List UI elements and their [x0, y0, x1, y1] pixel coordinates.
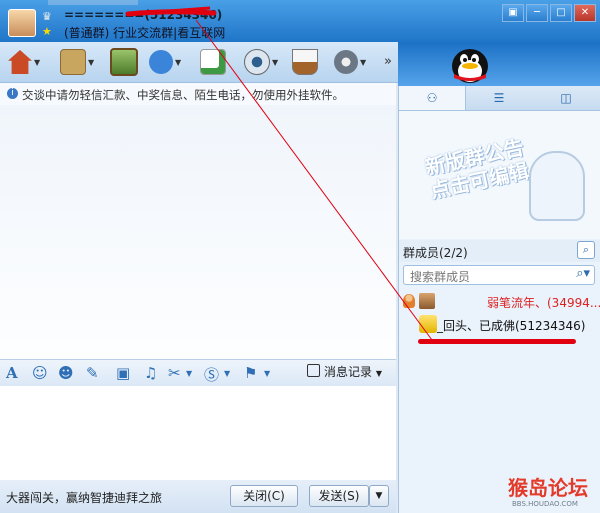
members-title: 群成员(2/2): [403, 246, 468, 260]
bottom-bar: 大器闯关，赢纳智捷迪拜之旅 关闭(C) 发送(S) ▼: [0, 480, 396, 513]
message-area[interactable]: [0, 105, 396, 359]
folder-icon: [60, 49, 86, 75]
send-options-button[interactable]: ▼: [369, 485, 389, 507]
home-button[interactable]: ▼: [8, 48, 40, 76]
chevron-down-icon[interactable]: ▼: [360, 58, 366, 67]
chevron-down-icon[interactable]: ▼: [264, 369, 270, 378]
members-header: 群成员(2/2) ⌕: [399, 240, 600, 262]
chevron-down-icon[interactable]: ▼: [224, 369, 230, 378]
cartoon-figure: [529, 151, 585, 221]
qq-group-chat-window: ♛ ★ ========(51234346) (普通群) 行业交流群|看互联网 …: [0, 0, 600, 513]
chevron-down-icon[interactable]: ▼: [34, 58, 40, 67]
send-button[interactable]: 发送(S): [309, 485, 369, 507]
video-button[interactable]: ▼: [244, 48, 278, 76]
scissors-icon[interactable]: ✂: [168, 364, 181, 382]
emoji-icon[interactable]: ☺: [32, 364, 48, 382]
app-icon: [200, 49, 226, 75]
home-icon: [8, 50, 32, 74]
more-tools-button[interactable]: »: [384, 54, 392, 69]
voice-button[interactable]: ▼: [149, 48, 181, 76]
watermark-url: BBS.HOUDAO.COM: [512, 500, 578, 508]
member-name: _回头、已成佛(51234346): [437, 319, 586, 333]
chevron-down-icon: ▼: [375, 369, 382, 378]
security-notice: i 交谈中请勿轻信汇款、中奖信息、陌生电话，勿使用外挂软件。: [0, 83, 396, 106]
folder-button[interactable]: ▼: [60, 48, 94, 76]
qq-banner: [398, 42, 600, 86]
notice-text: 交谈中请勿轻信汇款、中奖信息、陌生电话，勿使用外挂软件。: [22, 88, 344, 102]
right-panel: ⚇ ☰ ◫ 新版群公告 点击可编辑 群成员(2/2) ⌕ 搜索群成员 ⌕▾ 弱笔…: [398, 86, 600, 513]
info-icon: i: [7, 88, 18, 99]
music-icon[interactable]: ♫: [144, 364, 157, 382]
video-icon: [244, 49, 270, 75]
tab-members[interactable]: ⚇: [399, 86, 466, 110]
list-item[interactable]: 弱笔流年、(34994...: [401, 291, 600, 313]
title-bar: ♛ ★ ========(51234346) (普通群) 行业交流群|看互联网 …: [0, 0, 600, 42]
list-item[interactable]: _回头、已成佛(51234346): [401, 314, 599, 336]
history-label: 消息记录: [324, 365, 373, 379]
history-icon: [307, 364, 320, 377]
close-window-button[interactable]: ✕: [574, 4, 596, 22]
group-announcement[interactable]: 新版群公告 点击可编辑: [399, 111, 600, 239]
group-name: ========(51234346): [64, 8, 223, 22]
red-underline-member: [418, 339, 576, 344]
chevron-down-icon[interactable]: ▼: [88, 58, 94, 67]
star-icon: ★: [42, 25, 52, 38]
penguin-logo: [452, 49, 488, 83]
maximize-button[interactable]: □: [550, 4, 572, 22]
message-history-button[interactable]: 消息记录 ▼: [307, 363, 382, 380]
search-icon[interactable]: ⌕: [577, 241, 595, 259]
image-icon[interactable]: ▣: [116, 364, 130, 382]
tab-window[interactable]: ◫: [533, 86, 599, 110]
album-icon: [110, 48, 138, 76]
chevron-down-icon[interactable]: ▼: [186, 369, 192, 378]
font-icon[interactable]: A: [6, 364, 18, 382]
s-icon[interactable]: Ⓢ: [204, 364, 219, 385]
member-search-placeholder: 搜索群成员: [410, 270, 471, 284]
coffee-icon: [292, 49, 318, 75]
ad-link[interactable]: 大器闯关，赢纳智捷迪拜之旅: [6, 489, 162, 506]
gear-icon: [334, 50, 358, 74]
blurred-top-text: [48, 0, 138, 5]
group-type: (普通群) 行业交流群|看互联网: [64, 26, 226, 40]
face-icon[interactable]: ☻: [58, 364, 74, 382]
member-search-input[interactable]: 搜索群成员 ⌕▾: [403, 265, 595, 285]
skin-button[interactable]: ▣: [502, 4, 524, 22]
minimize-button[interactable]: ─: [526, 4, 548, 22]
watermark-logo: 猴岛论坛: [508, 476, 588, 500]
search-icon[interactable]: ⌕▾: [576, 266, 590, 281]
member-avatar: [419, 293, 435, 309]
window-controls: ▣ ─ □ ✕: [502, 4, 596, 22]
close-button[interactable]: 关闭(C): [230, 485, 298, 507]
screen-icon[interactable]: ⚑: [244, 364, 257, 382]
crown-icon: ♛: [42, 10, 52, 23]
right-tabs: ⚇ ☰ ◫: [399, 86, 600, 111]
announcement-text: 新版群公告 点击可编辑: [423, 135, 531, 203]
input-toolbar: A ☺ ☻ ✎ ▣ ♫ ✂ ▼ Ⓢ ▼ ⚑ ▼ 消息记录 ▼: [0, 359, 396, 387]
chevron-down-icon[interactable]: ▼: [272, 58, 278, 67]
group-avatar[interactable]: [8, 9, 36, 37]
coffee-button[interactable]: [292, 48, 318, 76]
chevron-down-icon[interactable]: ▼: [175, 58, 181, 67]
chat-toolbar: ▼ ▼ ▼ ▼ ▼ »: [0, 42, 398, 83]
album-button[interactable]: [110, 48, 138, 76]
voice-icon: [149, 50, 173, 74]
apps-button[interactable]: [200, 48, 226, 76]
member-name: 弱笔流年、(34994...: [487, 296, 600, 310]
tab-list[interactable]: ☰: [466, 86, 532, 110]
edit-icon[interactable]: ✎: [86, 364, 99, 382]
settings-button[interactable]: ▼: [334, 48, 366, 76]
member-avatar: [419, 315, 437, 333]
owner-icon: [403, 294, 415, 308]
message-input[interactable]: [0, 386, 396, 480]
